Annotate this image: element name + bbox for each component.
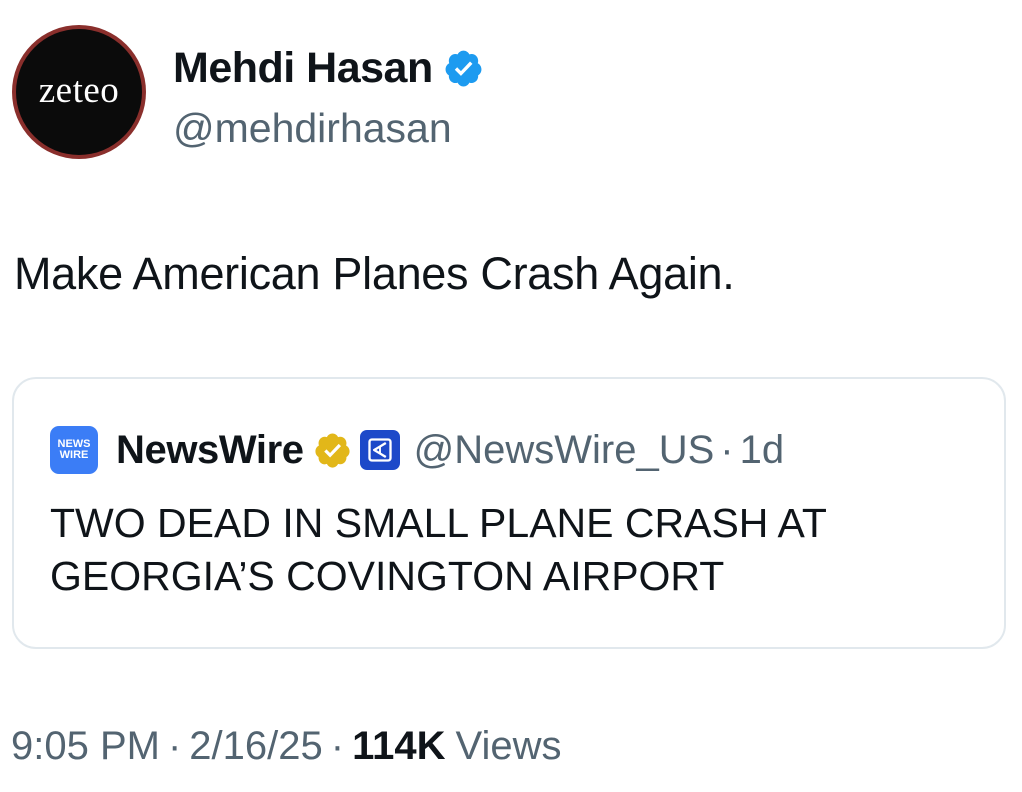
- tweet-screenshot: zeteo Mehdi Hasan @mehdirhasan Make Amer…: [0, 0, 1022, 792]
- quoted-tweet-card[interactable]: NEWS WIRE NewsWire @NewsWire_US · 1d TWO…: [12, 377, 1006, 649]
- avatar-logo-text: zeteo: [38, 69, 120, 111]
- affiliate-badge-icon: [359, 430, 400, 470]
- author-avatar[interactable]: zeteo: [12, 25, 146, 159]
- meta-separator: ·: [167, 724, 182, 768]
- tweet-meta: 9:05 PM · 2/16/25 · 114K Views: [11, 721, 562, 771]
- avatar-logo: zeteo: [16, 29, 142, 155]
- newswire-avatar[interactable]: NEWS WIRE: [50, 426, 98, 474]
- author-name-row: Mehdi Hasan: [173, 42, 484, 94]
- affiliate-logo-icon: [367, 438, 392, 462]
- tweet-text: Make American Planes Crash Again.: [14, 248, 735, 299]
- verified-blue-check-icon: [445, 50, 482, 86]
- quoted-separator: ·: [720, 428, 734, 472]
- tweet-date[interactable]: 2/16/25: [189, 721, 322, 771]
- quoted-tweet-text: TWO DEAD IN SMALL PLANE CRASH AT GEORGIA…: [50, 500, 827, 599]
- author-handle[interactable]: @mehdirhasan: [173, 103, 452, 153]
- views-count[interactable]: 114K: [352, 721, 445, 771]
- meta-separator: ·: [330, 724, 345, 768]
- tweet-time[interactable]: 9:05 PM: [11, 721, 160, 771]
- gold-verified-check-icon: [315, 432, 350, 468]
- newswire-avatar-line2: WIRE: [59, 449, 89, 461]
- views-label: Views: [455, 724, 562, 768]
- quoted-display-name[interactable]: NewsWire: [116, 426, 304, 474]
- author-display-name[interactable]: Mehdi Hasan: [173, 42, 433, 94]
- quoted-handle[interactable]: @NewsWire_US: [414, 426, 715, 474]
- quoted-timestamp[interactable]: 1d: [740, 426, 785, 474]
- quoted-tweet-header: NEWS WIRE NewsWire @NewsWire_US · 1d: [50, 426, 784, 474]
